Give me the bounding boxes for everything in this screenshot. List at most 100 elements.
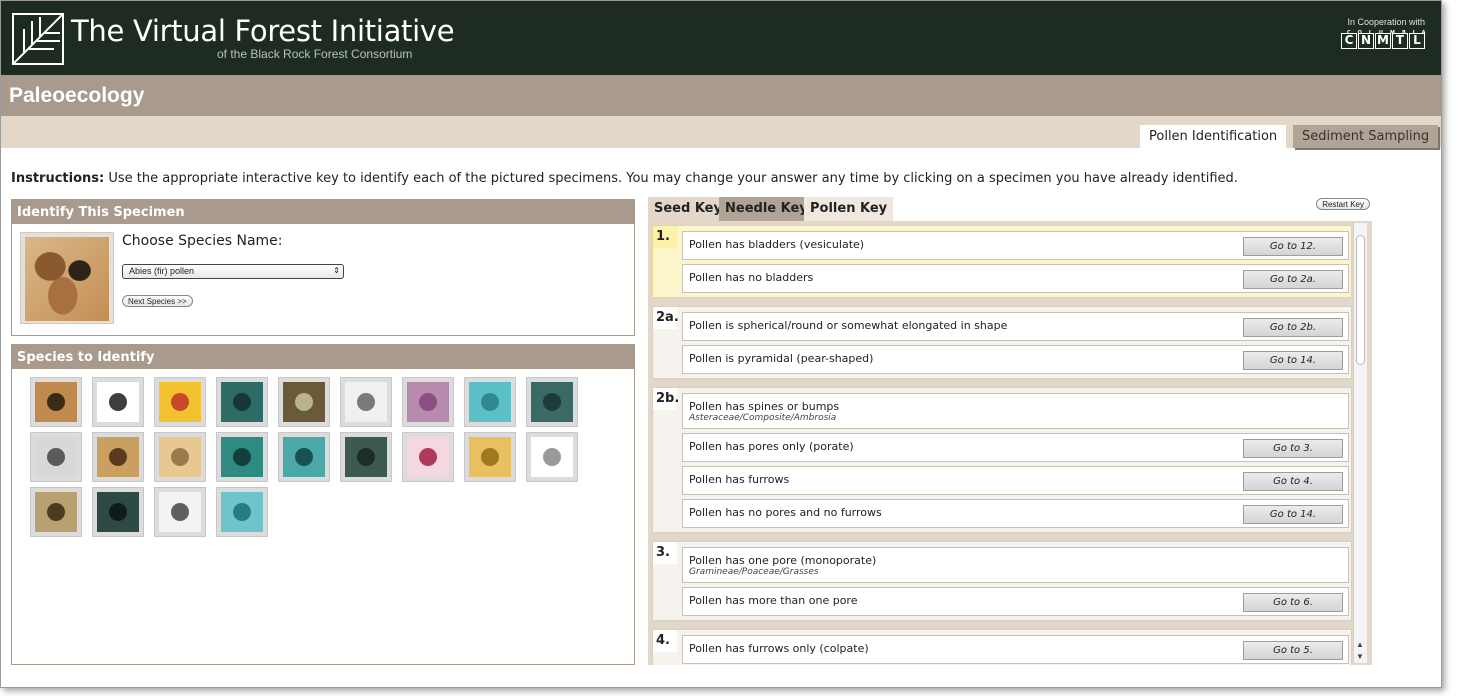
key-step-number: 2b.: [653, 388, 679, 410]
pollen-specimen-9-icon: [531, 382, 573, 422]
scrollbar-thumb[interactable]: [1356, 235, 1365, 365]
select-arrows-icon: ⇕: [333, 266, 340, 275]
species-thumbnail[interactable]: [30, 377, 82, 427]
goto-button[interactable]: Go to 6.: [1243, 593, 1343, 612]
key-choice[interactable]: Pollen is spherical/round or somewhat el…: [682, 312, 1349, 341]
pollen-specimen-6-icon: [345, 382, 387, 422]
site-title[interactable]: The Virtual Forest Initiative: [71, 14, 455, 48]
key-choice[interactable]: Pollen is pyramidal (pear-shaped) Go to 1…: [682, 345, 1349, 374]
species-thumbnail[interactable]: [216, 487, 268, 537]
species-thumbnail[interactable]: [278, 432, 330, 482]
cnmtl-logo[interactable]: COLUMBIA C N M T L: [1341, 30, 1426, 49]
pollen-key-body: 1. Pollen has bladders (vesiculate) Go to …: [648, 221, 1372, 665]
goto-button[interactable]: Go to 12.: [1243, 237, 1343, 256]
species-thumbnail[interactable]: [216, 377, 268, 427]
species-to-identify-panel: Species to Identify: [11, 344, 635, 665]
species-thumbnail[interactable]: [154, 432, 206, 482]
species-thumbnail[interactable]: [526, 432, 578, 482]
pollen-specimen-1-icon: [35, 382, 77, 422]
site-header: The Virtual Forest Initiative of the Bla…: [1, 1, 1441, 75]
goto-button[interactable]: Go to 3.: [1243, 439, 1343, 458]
goto-button[interactable]: Go to 14.: [1243, 351, 1343, 370]
key-step: 3. Pollen has one pore (monoporate) Gramin…: [652, 541, 1352, 621]
instructions: Instructions: Use the appropriate intera…: [11, 171, 1238, 186]
pollen-specimen-11-icon: [97, 437, 139, 477]
restart-key-button[interactable]: Restart Key: [1316, 198, 1370, 210]
species-thumbnail[interactable]: [30, 487, 82, 537]
pollen-specimen-22-icon: [221, 492, 263, 532]
pollen-specimen-3-icon: [159, 382, 201, 422]
goto-button[interactable]: Go to 2b.: [1243, 318, 1343, 337]
key-choice[interactable]: Pollen has no bladders Go to 2a.: [682, 264, 1349, 293]
pollen-specimen-5-icon: [283, 382, 325, 422]
species-thumbnail[interactable]: [464, 377, 516, 427]
species-thumbnail[interactable]: [92, 487, 144, 537]
key-step: 2b. Pollen has spines or bumps Asteraceae/…: [652, 387, 1352, 533]
species-thumbnail[interactable]: [92, 377, 144, 427]
species-thumbnail[interactable]: [526, 377, 578, 427]
tab-sediment-sampling[interactable]: Sediment Sampling: [1293, 125, 1439, 148]
choose-species-label: Choose Species Name:: [122, 233, 283, 249]
key-choice[interactable]: Pollen has more than one pore Go to 6.: [682, 587, 1349, 616]
key-choice-text: Pollen has furrows: [689, 473, 790, 486]
key-choice-text: Pollen has pores only (porate): [689, 440, 854, 453]
key-choice-text: Pollen is pyramidal (pear-shaped): [689, 352, 874, 365]
species-select-value: Abies (fir) pollen: [129, 266, 195, 276]
key-step-number: 4.: [653, 630, 677, 652]
key-choice-text: Pollen has spines or bumps: [689, 400, 840, 413]
scroll-up-icon[interactable]: ▲: [1356, 640, 1364, 649]
pollen-specimen-10-icon: [35, 437, 77, 477]
key-choice[interactable]: Pollen has no pores and no furrows Go to …: [682, 499, 1349, 528]
tab-pollen-key[interactable]: Pollen Key: [804, 197, 894, 221]
next-species-button[interactable]: Next Species >>: [122, 295, 193, 307]
goto-button[interactable]: Go to 4.: [1243, 472, 1343, 491]
key-step-number: 3.: [653, 542, 677, 564]
key-choice[interactable]: Pollen has spines or bumps Asteraceae/Com…: [682, 393, 1349, 429]
identify-specimen-panel: Identify This Specimen Choose Species Na…: [11, 199, 635, 336]
pollen-specimen-19-icon: [35, 492, 77, 532]
species-panel-heading: Species to Identify: [12, 345, 634, 369]
goto-button[interactable]: Go to 5.: [1243, 641, 1343, 660]
key-choice[interactable]: Pollen has furrows Go to 4.: [682, 466, 1349, 495]
identify-panel-heading: Identify This Specimen: [12, 200, 634, 224]
key-scrollbar[interactable]: ▲ ▼: [1353, 223, 1367, 663]
species-thumbnail[interactable]: [30, 432, 82, 482]
species-thumbnail[interactable]: [92, 432, 144, 482]
species-thumbnail[interactable]: [216, 432, 268, 482]
key-step: 4. Pollen has furrows only (colpate) Go to…: [652, 629, 1352, 665]
browser-page: The Virtual Forest Initiative of the Bla…: [0, 0, 1442, 688]
goto-button[interactable]: Go to 2a.: [1243, 270, 1343, 289]
forest-logo-icon[interactable]: [12, 13, 64, 65]
goto-button[interactable]: Go to 14.: [1243, 505, 1343, 524]
species-thumbnail[interactable]: [464, 432, 516, 482]
section-title: Paleoecology: [9, 84, 145, 107]
site-subtitle: of the Black Rock Forest Consortium: [217, 47, 413, 61]
species-thumbnail[interactable]: [154, 377, 206, 427]
species-thumbnail[interactable]: [402, 432, 454, 482]
key-step: 1. Pollen has bladders (vesiculate) Go to …: [652, 225, 1352, 298]
key-choice-text: Pollen has more than one pore: [689, 594, 858, 607]
species-thumbnail[interactable]: [340, 377, 392, 427]
pollen-specimen-14-icon: [283, 437, 325, 477]
key-choice-text: Pollen has bladders (vesiculate): [689, 238, 865, 251]
species-thumbnail[interactable]: [154, 487, 206, 537]
species-thumbnail[interactable]: [402, 377, 454, 427]
key-choice-text: Pollen has one pore (monoporate): [689, 554, 877, 567]
species-select[interactable]: Abies (fir) pollen ⇕: [122, 264, 344, 279]
tab-seed-key[interactable]: Seed Key: [648, 197, 728, 221]
pollen-specimen-2-icon: [97, 382, 139, 422]
species-thumbnail[interactable]: [278, 377, 330, 427]
columbia-label: COLUMBIA: [1347, 30, 1433, 36]
key-choice[interactable]: Pollen has one pore (monoporate) Graminea…: [682, 547, 1349, 583]
tab-pollen-identification[interactable]: Pollen Identification: [1140, 125, 1287, 148]
pollen-specimen-4-icon: [221, 382, 263, 422]
pollen-specimen-13-icon: [221, 437, 263, 477]
key-choice[interactable]: Pollen has furrows only (colpate) Go to 5…: [682, 635, 1349, 664]
scroll-down-icon[interactable]: ▼: [1356, 652, 1364, 661]
key-choice-family: Asteraceae/Composite/Ambrosia: [689, 413, 837, 423]
species-thumbnail[interactable]: [340, 432, 392, 482]
key-choice[interactable]: Pollen has pores only (porate) Go to 3.: [682, 433, 1349, 462]
key-choice[interactable]: Pollen has bladders (vesiculate) Go to 12…: [682, 231, 1349, 260]
tab-needle-key[interactable]: Needle Key: [719, 197, 814, 221]
species-thumbnail-grid: [30, 377, 578, 537]
